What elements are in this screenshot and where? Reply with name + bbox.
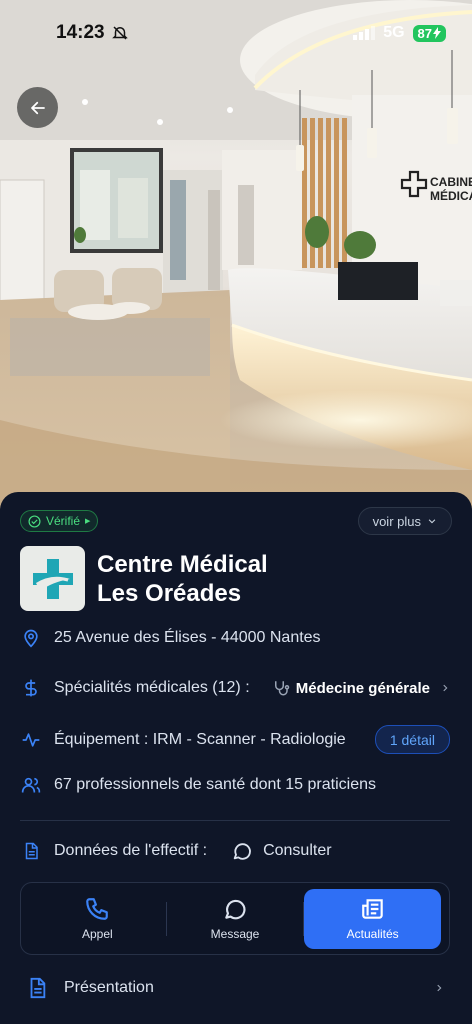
specialty-tag[interactable]: Médecine générale [272, 679, 450, 697]
equipment-label: Équipement : IRM - Scanner - Radiologie [54, 730, 346, 748]
users-icon [21, 777, 41, 793]
check-circle-icon [28, 514, 41, 528]
action-bar: Appel Message Actualités [20, 882, 450, 955]
specialties-row[interactable]: Spécialités médicales (12) : Médecine gé… [20, 677, 450, 699]
battery-level: 87 [417, 25, 432, 41]
activity-icon [22, 732, 40, 747]
center-name: Centre Médical Les Oréades [97, 550, 268, 608]
caret-right-icon: ▶ [85, 518, 91, 525]
chevron-right-icon [443, 684, 448, 692]
phone-icon [86, 898, 109, 920]
center-name-line1: Centre Médical [97, 550, 268, 578]
battery-indicator: 87 [412, 24, 446, 42]
file-text-icon [30, 977, 46, 999]
specialty-value: Médecine générale [295, 679, 430, 697]
clinic-reception-photo: CABINET MÉDICAL [0, 0, 472, 520]
details-sheet: Vérifié ▶ voir plus Centre Médical Les O… [0, 492, 472, 1024]
center-header: Centre Médical Les Oréades [20, 546, 268, 611]
verified-label: Vérifié [46, 514, 81, 528]
news-label: Actualités [346, 927, 399, 941]
map-pin-icon [24, 629, 38, 648]
message-label: Message [210, 927, 260, 941]
chevron-right-icon [437, 984, 442, 992]
specialties-label: Spécialités médicales (12) : [54, 679, 250, 696]
divider [20, 820, 450, 821]
arrow-left-icon [30, 101, 45, 114]
sign-line1: CABINET [430, 175, 472, 189]
chat-bubble-icon [233, 843, 251, 860]
chevron-down-icon [428, 519, 436, 524]
center-name-line2: Les Oréades [97, 579, 242, 607]
network-label: 5G [383, 24, 405, 41]
medical-cross-logo-icon [32, 558, 73, 599]
hero-image: CABINET MÉDICAL 14:23 [0, 0, 472, 520]
signal-icon [353, 26, 376, 40]
newspaper-icon [361, 899, 383, 919]
verified-badge[interactable]: Vérifié ▶ [20, 510, 99, 532]
stethoscope-icon [274, 681, 290, 696]
center-logo [20, 546, 85, 611]
status-bar: 14:23 5G 87 [0, 0, 472, 66]
equipment-row: Équipement : IRM - Scanner - Radiologie … [20, 725, 450, 754]
charging-bolt-icon [433, 27, 441, 39]
staff-row: 67 professionnels de santé dont 15 prati… [20, 775, 450, 795]
consulter-label: Consulter [263, 842, 332, 859]
message-icon [225, 899, 246, 920]
address-row[interactable]: 25 Avenue des Élises - 44000 Nantes [20, 628, 450, 648]
address-text: 25 Avenue des Élises - 44000 Nantes [54, 629, 321, 646]
presentation-row[interactable]: Présentation [26, 974, 444, 1002]
clock: 14:23 [56, 22, 105, 43]
document-icon [25, 842, 38, 860]
staff-text: 67 professionnels de santé dont 15 prati… [54, 776, 376, 793]
consulter-link[interactable]: Consulter [231, 840, 332, 862]
voir-plus-button[interactable]: voir plus [357, 507, 452, 535]
workforce-row: Données de l'effectif : Consulter [20, 840, 450, 862]
workforce-label: Données de l'effectif : [54, 842, 208, 859]
equipment-detail-button[interactable]: 1 détail [374, 725, 450, 754]
call-button[interactable]: Appel [29, 889, 166, 949]
presentation-label: Présentation [64, 979, 154, 996]
back-button[interactable] [17, 87, 58, 128]
voir-plus-label: voir plus [372, 513, 421, 529]
news-button[interactable]: Actualités [304, 888, 442, 949]
call-label: Appel [81, 927, 113, 941]
dollar-icon [25, 679, 37, 697]
sign-line2: MÉDICAL [430, 188, 472, 203]
message-button[interactable]: Message [167, 889, 304, 949]
bell-muted-icon [111, 26, 128, 40]
